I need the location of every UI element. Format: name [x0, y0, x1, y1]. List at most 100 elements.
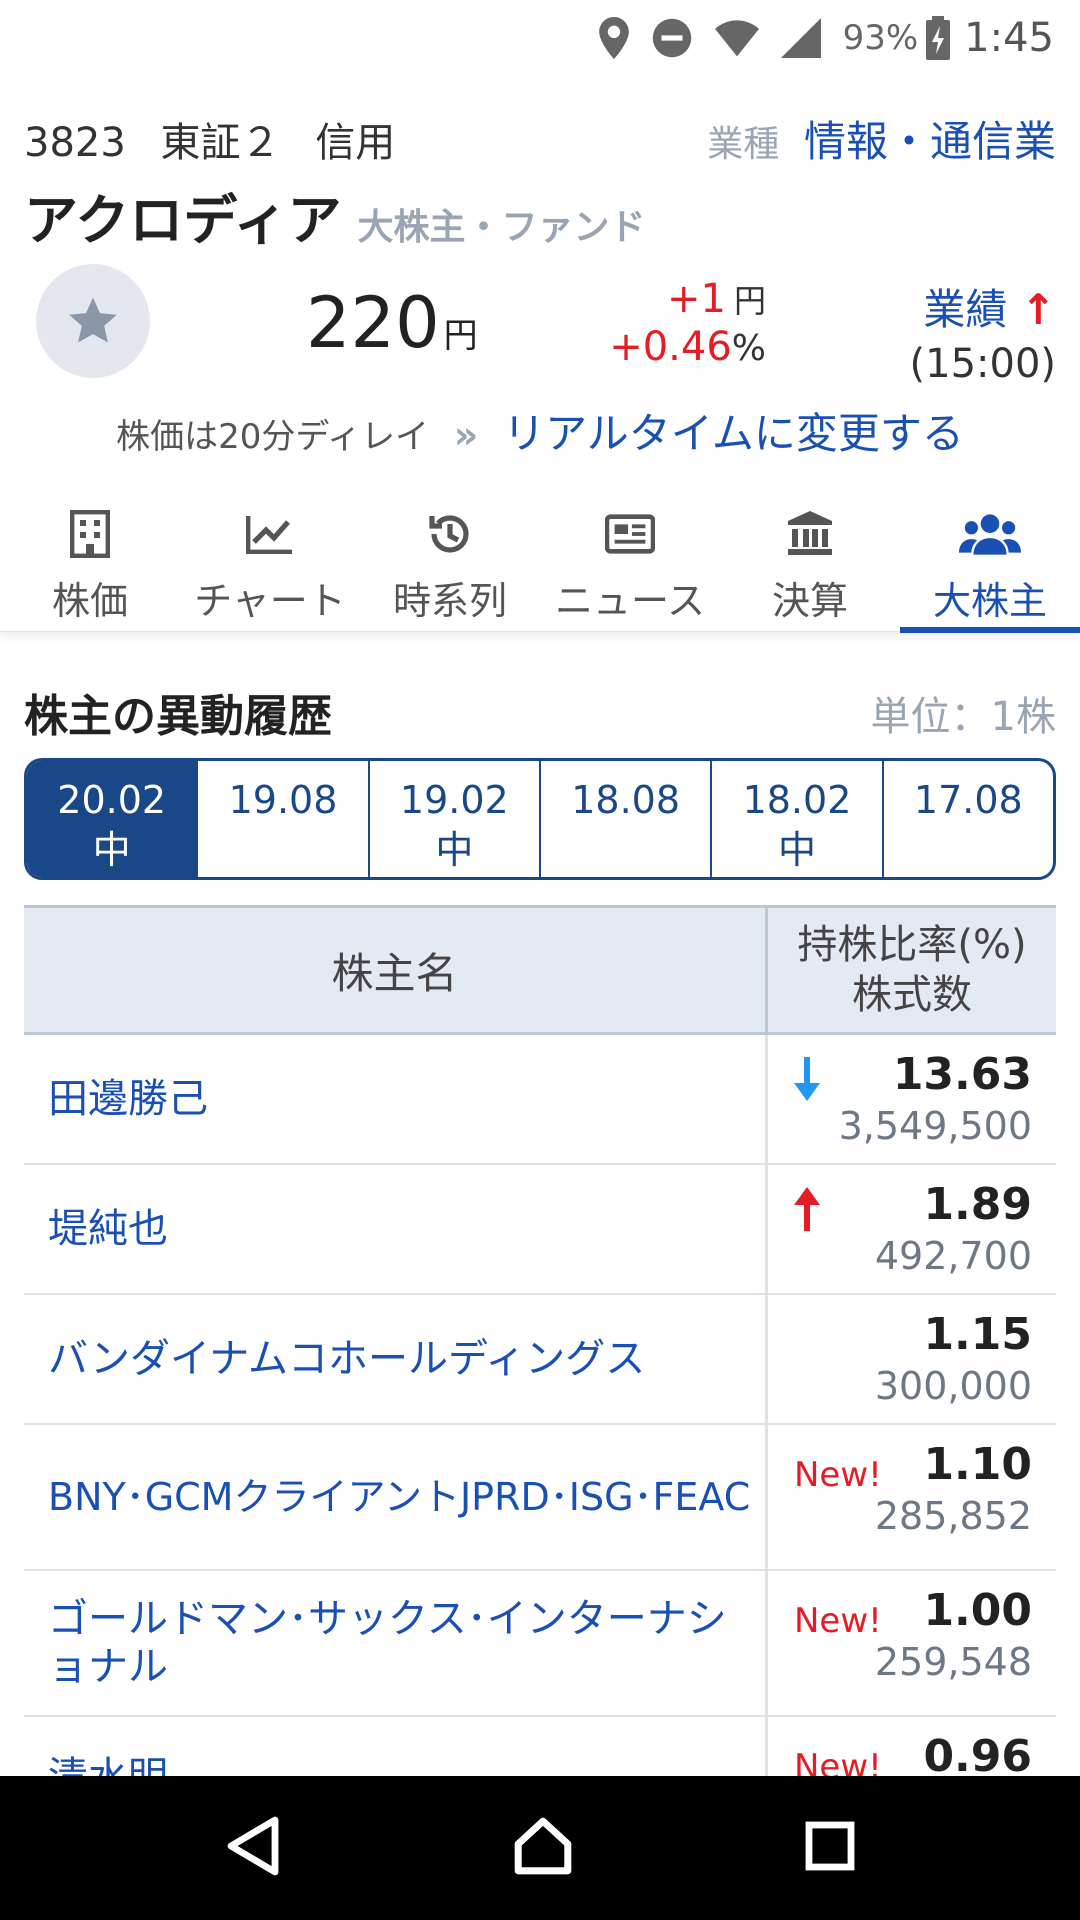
- company-name: アクロディア: [24, 189, 342, 252]
- period-button-19-02[interactable]: 19.02 中: [370, 761, 541, 877]
- home-button[interactable]: [512, 1815, 574, 1881]
- unit-label: 単位：1株: [870, 694, 1056, 740]
- period-date: 19.02: [399, 778, 509, 822]
- share-count: 285,852: [874, 1494, 1032, 1538]
- tab-history[interactable]: 時系列: [360, 500, 540, 631]
- realtime-link[interactable]: リアルタイムに変更する: [503, 409, 964, 458]
- signal-icon: [780, 18, 821, 58]
- back-icon: [227, 1816, 279, 1876]
- period-button-18-08[interactable]: 18.08: [541, 761, 713, 877]
- tab-chart[interactable]: チャート: [180, 500, 360, 631]
- table-row[interactable]: 田邊勝己 13.63 3,549,500: [24, 1035, 1056, 1165]
- new-badge: New!: [794, 1455, 882, 1495]
- tab-major-shareholders[interactable]: 大株主: [900, 500, 1080, 633]
- wifi-icon: [714, 19, 759, 57]
- tab-label: 大株主: [932, 579, 1047, 623]
- users-icon: [959, 514, 1021, 555]
- new-badge: New!: [794, 1601, 882, 1641]
- table-row[interactable]: 堤純也 1.89 492,700: [24, 1165, 1056, 1295]
- column-header-ratio-line1: 持株比率(%): [797, 922, 1027, 968]
- share-count: 259,548: [874, 1640, 1032, 1684]
- ratio-cell: New! 1.00 259,548: [768, 1571, 1056, 1715]
- change-absolute: +1: [667, 276, 726, 322]
- arrow-up-icon: [794, 1187, 820, 1235]
- chart-icon: [246, 516, 292, 554]
- shareholder-name[interactable]: バンダイナムコホールディングス: [24, 1295, 768, 1423]
- tab-label: ニュース: [554, 579, 706, 623]
- share-count: 300,000: [874, 1364, 1032, 1408]
- table-row[interactable]: バンダイナムコホールディングス 1.15 300,000: [24, 1295, 1056, 1425]
- page-subtitle: 大株主・ファンド: [357, 207, 646, 248]
- performance-time: (15:00): [909, 341, 1056, 387]
- column-header-name: 株主名: [24, 908, 768, 1032]
- tab-earnings[interactable]: 決算: [720, 500, 900, 631]
- period-selector: 20.02 中 19.08 19.02 中 18.08 18.02 中 17.0…: [24, 758, 1056, 880]
- stock-meta-row: 3823 東証２ 信用 業種 情報・通信業: [24, 108, 1056, 169]
- shareholder-name[interactable]: ゴールドマン･サックス･インターナショナル: [24, 1571, 768, 1715]
- performance-label[interactable]: 業績: [923, 285, 1007, 334]
- column-header-ratio: 持株比率(%) 株式数: [768, 908, 1056, 1032]
- industry-link[interactable]: 業種 情報・通信業: [707, 108, 1056, 169]
- arrow-up-icon: ↑: [1020, 285, 1056, 334]
- period-date: 19.08: [228, 778, 338, 822]
- battery-icon: [926, 16, 951, 60]
- shareholder-name[interactable]: BNY･GCMクライアントJPRD･ISG･FEAC: [24, 1425, 768, 1569]
- status-bar: 93% 1:45: [0, 0, 1080, 76]
- market-name: 東証２: [160, 119, 281, 166]
- favorite-button[interactable]: [36, 264, 150, 378]
- tab-label: チャート: [194, 579, 346, 623]
- delay-note: 株価は20分ディレイ: [116, 417, 429, 457]
- industry-value[interactable]: 情報・通信業: [804, 117, 1056, 166]
- table-row[interactable]: ゴールドマン･サックス･インターナショナル New! 1.00 259,548: [24, 1571, 1056, 1717]
- share-count: 3,549,500: [838, 1104, 1032, 1148]
- recents-icon: [805, 1821, 855, 1871]
- battery-percent: 93%: [842, 18, 919, 58]
- shareholder-name[interactable]: 田邊勝己: [24, 1035, 768, 1163]
- price-area: 220 円 +1 円 +0.46% 業績 ↑ (15:00): [0, 262, 1080, 422]
- price-value: 220: [306, 282, 440, 364]
- industry-label: 業種: [707, 124, 780, 165]
- ratio-cell: 13.63 3,549,500: [768, 1035, 1056, 1163]
- change-percent: +0.46: [609, 324, 732, 370]
- news-icon: [605, 514, 655, 554]
- period-note: 中: [92, 828, 131, 872]
- recents-button[interactable]: [805, 1821, 855, 1875]
- back-button[interactable]: [225, 1816, 281, 1880]
- period-date: 18.02: [742, 778, 852, 822]
- margin-label: 信用: [315, 119, 396, 166]
- period-note: 中: [777, 828, 816, 872]
- system-navigation-bar: [0, 1776, 1080, 1920]
- performance-link[interactable]: 業績 ↑ (15:00): [910, 276, 1056, 387]
- period-button-17-08[interactable]: 17.08: [884, 761, 1053, 877]
- location-icon: [598, 17, 629, 59]
- table-header: 株主名 持株比率(%) 株式数: [24, 905, 1056, 1035]
- company-name-row: アクロディア 大株主・ファンド: [24, 176, 646, 255]
- table-row[interactable]: BNY･GCMクライアントJPRD･ISG･FEAC New! 1.10 285…: [24, 1425, 1056, 1571]
- tab-label: 時系列: [392, 579, 507, 623]
- holding-ratio: 1.15: [923, 1309, 1032, 1360]
- price-change: +1 円 +0.46%: [600, 276, 766, 370]
- period-date: 20.02: [57, 778, 167, 822]
- tab-price[interactable]: 株価: [0, 500, 180, 631]
- tab-news[interactable]: ニュース: [540, 500, 720, 631]
- delay-notice: 株価は20分ディレイ » リアルタイムに変更する: [0, 400, 1080, 461]
- building-icon: [70, 510, 110, 558]
- current-price: 220 円: [306, 282, 478, 364]
- tab-bar: 株価 チャート 時系列 ニュース 決算 大株主: [0, 500, 1080, 633]
- period-button-19-08[interactable]: 19.08: [198, 761, 370, 877]
- share-count: 492,700: [874, 1234, 1032, 1278]
- bank-icon: [788, 511, 832, 555]
- period-button-18-02[interactable]: 18.02 中: [712, 761, 884, 877]
- history-icon: [429, 515, 469, 553]
- do-not-disturb-icon: [651, 17, 693, 59]
- section-title: 株主の異動履歴: [24, 691, 332, 742]
- price-unit: 円: [443, 316, 478, 356]
- home-icon: [514, 1817, 572, 1875]
- period-date: 18.08: [571, 778, 681, 822]
- column-header-ratio-line2: 株式数: [852, 972, 972, 1018]
- tab-label: 決算: [771, 579, 848, 623]
- period-button-20-02[interactable]: 20.02 中: [27, 761, 199, 877]
- shareholder-name[interactable]: 堤純也: [24, 1165, 768, 1293]
- ratio-cell: New! 1.10 285,852: [768, 1425, 1056, 1569]
- percent-sign: %: [731, 328, 766, 369]
